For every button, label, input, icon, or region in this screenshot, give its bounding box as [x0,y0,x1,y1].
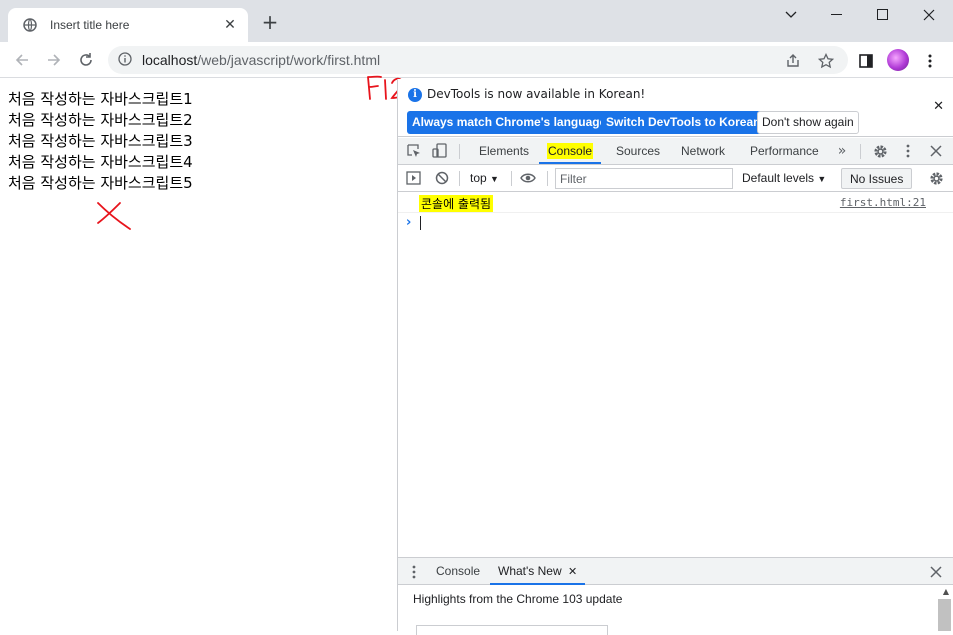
console-message-text: 콘솔에 출력됨 [419,195,494,212]
info-icon: i [408,88,422,102]
inspect-element-icon[interactable] [406,143,422,159]
new-tab-icon[interactable]: + [260,12,280,32]
window-close-icon[interactable] [906,0,952,30]
drawer-tab-close-icon[interactable]: ✕ [568,566,577,578]
page-content: 처음 작성하는 자바스크립트1 처음 작성하는 자바스크립트2 처음 작성하는 … [0,79,397,631]
page-text-line: 처음 작성하는 자바스크립트5 [8,174,193,192]
infobar-close-icon[interactable]: ✕ [933,99,944,114]
console-filter-input[interactable]: Filter [555,168,733,189]
devtools-menu-kebab-icon[interactable] [900,143,916,159]
page-text-line: 처음 작성하는 자바스크립트3 [8,132,193,150]
context-value: top [470,171,487,185]
scroll-up-arrow-icon[interactable]: ▲ [943,587,949,596]
toolbar-divider [459,171,460,186]
drawer-close-icon[interactable] [928,564,944,580]
dont-show-again-button[interactable]: Don't show again [757,111,859,134]
console-message-row: 콘솔에 출력됨 first.html:21 [398,193,953,213]
maximize-icon[interactable] [860,0,906,30]
url-path: /web/javascript/work/first.html [197,52,381,68]
page-text-line: 처음 작성하는 자바스크립트2 [8,111,193,129]
whats-new-panel: Highlights from the Chrome 103 update [398,585,953,635]
context-selector[interactable]: top ▼ [470,171,499,185]
title-bar: Insert title here ✕ + [0,0,953,42]
console-input-caret[interactable] [420,216,421,230]
tab-console[interactable]: Console [539,138,602,164]
tab-sources[interactable]: Sources [616,138,660,164]
console-prompt-chevron-icon: › [406,215,412,230]
toolbar-divider [459,144,460,159]
drawer-tab-bar: Console What's New ✕ [398,557,953,585]
red-x-annotation [97,202,131,230]
browser-tab[interactable]: Insert title here ✕ [8,8,248,42]
infobar-message: DevTools is now available in Korean! [427,87,646,101]
drawer-tab-console[interactable]: Console [436,558,480,585]
globe-icon [22,17,38,33]
console-settings-gear-icon[interactable] [928,170,944,186]
language-infobar: i DevTools is now available in Korean! ✕… [398,79,953,137]
profile-avatar[interactable] [887,49,909,71]
page-text-line: 처음 작성하는 자바스크립트4 [8,153,193,171]
tab-elements[interactable]: Elements [479,138,529,164]
drawer-tab-whats-new-label: What's New [498,564,562,578]
back-arrow-icon[interactable] [12,50,32,70]
drawer-tab-whats-new[interactable]: What's New ✕ [490,558,586,585]
side-panel-icon[interactable] [857,52,875,70]
toolbar-divider [547,171,548,186]
minimize-icon[interactable] [814,0,860,30]
tab-title: Insert title here [50,18,130,32]
clear-console-icon[interactable] [434,170,450,186]
devtools-close-icon[interactable] [928,143,944,159]
log-levels-label: Default levels [742,171,815,185]
reload-icon[interactable] [76,50,96,70]
share-icon[interactable] [784,52,802,70]
menu-kebab-icon[interactable] [921,52,939,70]
devtools-panel: i DevTools is now available in Korean! ✕… [397,79,953,635]
issues-button[interactable]: No Issues [841,168,913,189]
address-bar[interactable]: localhost/web/javascript/work/first.html [108,46,848,74]
page-text-line: 처음 작성하는 자바스크립트1 [8,90,193,108]
whats-new-heading: Highlights from the Chrome 103 update [413,592,623,606]
switch-korean-button[interactable]: Switch DevTools to Korean [601,111,766,134]
url-host: localhost [142,52,198,68]
devtools-tab-bar: Elements Console Sources Network Perform… [398,138,953,165]
toolbar-divider [860,144,861,159]
settings-gear-icon[interactable] [872,143,888,159]
drawer-menu-kebab-icon[interactable] [406,564,422,580]
whats-new-scrollbar[interactable] [938,599,951,631]
live-expression-eye-icon[interactable] [520,170,536,186]
site-info-icon[interactable] [118,51,132,69]
forward-arrow-icon[interactable] [44,50,64,70]
toolbar-divider [511,171,512,186]
tab-search-chevron-down-icon[interactable] [768,0,814,30]
console-toolbar: top ▼ Filter Default levels ▼ No Issues [398,165,953,192]
match-language-button[interactable]: Always match Chrome's language [407,111,612,134]
tab-console-label: Console [547,143,594,159]
context-dropdown-icon: ▼ [490,174,499,184]
levels-dropdown-icon: ▼ [817,174,827,184]
more-tabs-chevron-icon[interactable]: » [834,143,850,159]
tab-close-icon[interactable]: ✕ [222,17,238,33]
console-message-source-link[interactable]: first.html:21 [840,196,926,209]
whats-new-card [416,625,608,635]
console-sidebar-icon[interactable] [405,170,421,186]
tab-performance[interactable]: Performance [750,138,819,164]
browser-toolbar: localhost/web/javascript/work/first.html [0,42,953,78]
tab-network[interactable]: Network [681,138,725,164]
url-text: localhost/web/javascript/work/first.html [142,52,380,68]
bookmark-star-icon[interactable] [817,52,835,70]
device-toolbar-icon[interactable] [432,143,448,159]
log-levels-dropdown[interactable]: Default levels ▼ [742,171,826,185]
